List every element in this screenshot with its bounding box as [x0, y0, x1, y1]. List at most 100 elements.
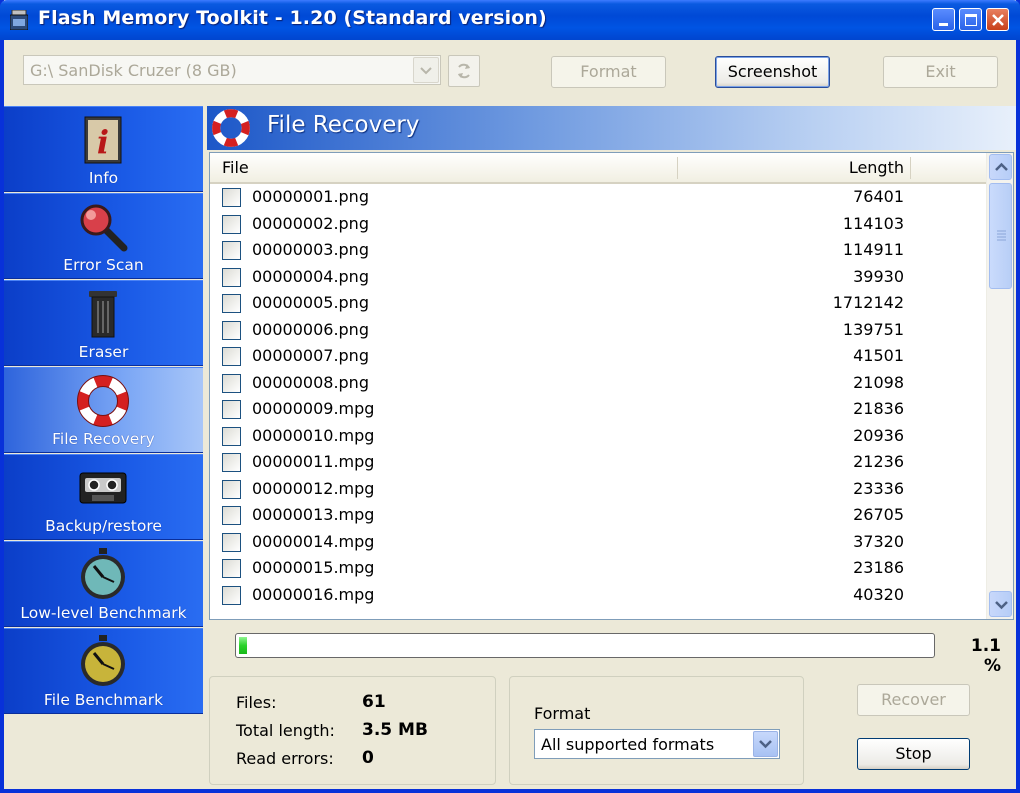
file-name: 00000006.png [252, 319, 369, 339]
vertical-scrollbar[interactable] [986, 153, 1013, 619]
file-name: 00000013.mpg [252, 505, 375, 524]
row-checkbox[interactable] [222, 453, 241, 472]
sidebar-item-label: Backup/restore [45, 517, 162, 535]
row-checkbox[interactable] [222, 426, 241, 446]
table-row[interactable]: 00000013.mpg 26705 [210, 502, 986, 529]
chevron-down-icon[interactable] [753, 731, 778, 757]
drive-select[interactable]: G:\ SanDisk Cruzer (8 GB) [23, 55, 441, 85]
table-row[interactable]: 00000016.mpg 40320 [210, 582, 986, 609]
file-length: 114103 [842, 213, 904, 233]
file-length: 23186 [853, 558, 904, 577]
sidebar-item-eraser[interactable]: Eraser [4, 280, 203, 366]
maximize-button[interactable] [959, 8, 982, 31]
file-length: 139751 [842, 319, 904, 339]
row-checkbox[interactable] [222, 506, 241, 525]
list-header: File Length [210, 153, 986, 184]
table-row[interactable]: 00000011.mpg 21236 [210, 449, 986, 476]
column-header-file[interactable]: File [222, 158, 249, 177]
magnifier-icon [80, 204, 128, 252]
chevron-down-icon[interactable] [413, 57, 439, 83]
maximize-icon [965, 14, 977, 26]
table-row[interactable]: 00000014.mpg 37320 [210, 529, 986, 556]
file-length: 21836 [853, 399, 904, 418]
table-row[interactable]: 00000003.png 114911 [210, 237, 986, 264]
row-checkbox[interactable] [222, 241, 241, 260]
table-row[interactable]: 00000012.mpg 23336 [210, 476, 986, 503]
row-checkbox[interactable] [222, 320, 241, 340]
stopwatch-icon [81, 635, 125, 686]
trash-icon [89, 291, 117, 338]
scroll-down-button[interactable] [989, 591, 1012, 617]
table-row[interactable]: 00000007.png 41501 [210, 343, 986, 370]
sidebar-item-label: File Benchmark [43, 691, 164, 709]
row-checkbox[interactable] [222, 559, 241, 578]
window-title: Flash Memory Toolkit - 1.20 (Standard ve… [38, 7, 547, 29]
file-name: 00000012.mpg [252, 478, 375, 498]
sidebar-item-file-recovery[interactable]: File Recovery [4, 367, 203, 453]
file-name: 00000001.png [252, 187, 369, 206]
file-length: 26705 [853, 505, 904, 524]
row-checkbox[interactable] [222, 400, 241, 419]
list-rows: 00000001.png 76401 00000002.png 114103 00000… [210, 184, 986, 619]
lifebuoy-icon [212, 109, 250, 147]
minimize-button[interactable] [932, 8, 955, 31]
sidebar-item-error-scan[interactable]: Error Scan [4, 193, 203, 279]
sidebar-item-info[interactable]: i Info [4, 106, 203, 192]
sidebar-item-file-benchmark[interactable]: File Benchmark [4, 628, 203, 714]
sidebar-item-low-level-benchmark[interactable]: Low-level Benchmark [4, 541, 203, 627]
row-checkbox[interactable] [222, 532, 241, 552]
minimize-icon [939, 23, 948, 26]
row-checkbox[interactable] [222, 347, 241, 366]
scroll-up-button[interactable] [989, 154, 1012, 180]
row-checkbox[interactable] [222, 188, 241, 207]
row-checkbox[interactable] [222, 373, 241, 393]
table-row[interactable]: 00000010.mpg 20936 [210, 423, 986, 450]
files-label: Files: [236, 693, 277, 712]
table-row[interactable]: 00000005.png 1712142 [210, 290, 986, 317]
exit-button[interactable]: Exit [883, 56, 998, 88]
file-name: 00000016.mpg [252, 584, 375, 604]
row-checkbox[interactable] [222, 585, 241, 605]
progress-fill [239, 637, 247, 654]
file-name: 00000014.mpg [252, 531, 375, 551]
row-checkbox[interactable] [222, 267, 241, 287]
row-checkbox[interactable] [222, 294, 241, 313]
format-select[interactable]: All supported formats [534, 729, 780, 759]
table-row[interactable]: 00000015.mpg 23186 [210, 555, 986, 582]
file-length: 23336 [853, 478, 904, 498]
table-row[interactable]: 00000009.mpg 21836 [210, 396, 986, 423]
sidebar-item-label: Low-level Benchmark [20, 604, 187, 622]
file-length: 20936 [853, 425, 904, 445]
sidebar-item-label: Eraser [78, 343, 129, 361]
format-panel: Format All supported formats [509, 676, 804, 785]
page-title: File Recovery [267, 112, 420, 138]
format-select-value: All supported formats [541, 735, 715, 754]
column-header-length[interactable]: Length [678, 158, 904, 177]
sidebar-item-label: File Recovery [52, 430, 155, 448]
title-bar: Flash Memory Toolkit - 1.20 (Standard ve… [0, 0, 1020, 40]
table-row[interactable]: 00000006.png 139751 [210, 317, 986, 344]
table-row[interactable]: 00000008.png 21098 [210, 370, 986, 397]
file-length: 76401 [853, 187, 904, 206]
row-checkbox[interactable] [222, 214, 241, 234]
table-row[interactable]: 00000002.png 114103 [210, 211, 986, 238]
format-button[interactable]: Format [551, 56, 666, 88]
info-icon: i [84, 116, 122, 164]
row-checkbox[interactable] [222, 479, 241, 499]
screenshot-button[interactable]: Screenshot [715, 56, 830, 88]
progress-percent: 1.1 % [970, 636, 1001, 676]
table-row[interactable]: 00000001.png 76401 [210, 184, 986, 211]
file-length: 114911 [842, 240, 904, 259]
sidebar-item-backup-restore[interactable]: Backup/restore [4, 454, 203, 540]
stopwatch-icon [81, 548, 125, 599]
chevron-up-icon [995, 162, 1008, 171]
file-list[interactable]: File Length 00000001.png 76401 00000002.pn… [209, 152, 1014, 620]
app-window: Flash Memory Toolkit - 1.20 (Standard ve… [0, 0, 1020, 793]
stop-button[interactable]: Stop [857, 738, 970, 770]
close-button[interactable] [986, 8, 1009, 31]
table-row[interactable]: 00000004.png 39930 [210, 264, 986, 291]
recover-button[interactable]: Recover [857, 684, 970, 716]
refresh-button[interactable] [448, 55, 480, 87]
scroll-thumb[interactable] [989, 183, 1012, 289]
sidebar-item-label: Info [88, 169, 119, 187]
